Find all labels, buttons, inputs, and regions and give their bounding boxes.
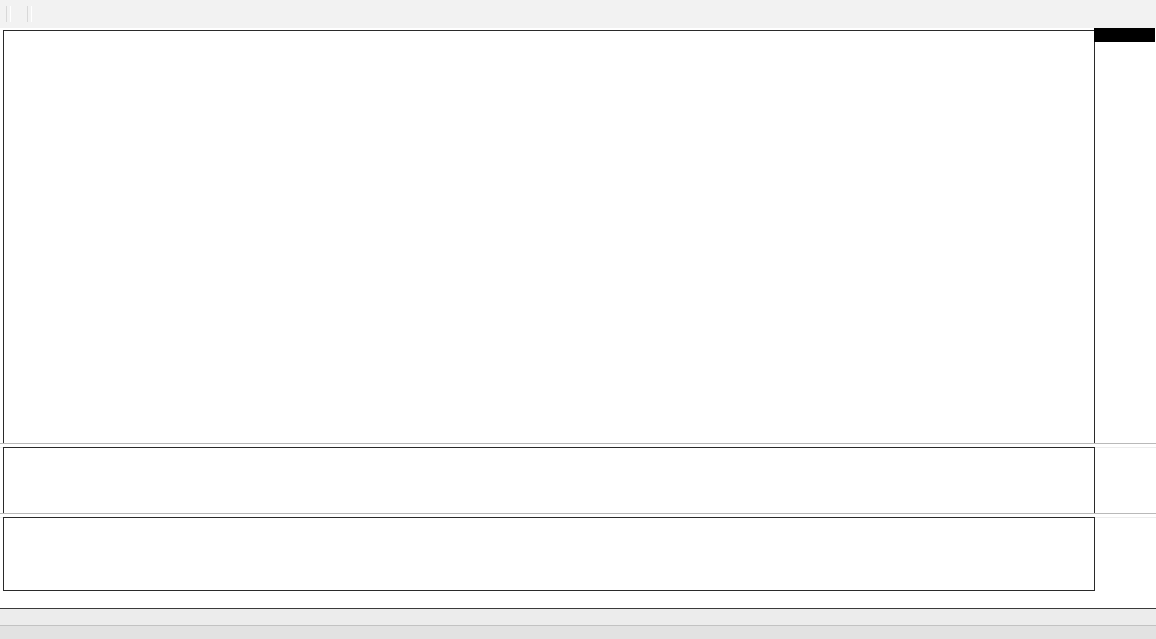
terminal-window — [0, 0, 1156, 639]
macd-panel[interactable] — [3, 517, 1095, 591]
timeframe-toolbar — [0, 0, 1156, 29]
rsi-panel[interactable] — [3, 447, 1095, 515]
chart-title — [10, 34, 19, 48]
toolbar-separator — [27, 6, 32, 22]
toolbar-grip-icon[interactable] — [6, 6, 11, 22]
chart-workspace — [0, 28, 1156, 608]
price-chart-panel[interactable] — [3, 30, 1095, 444]
symbol-tab-bar — [0, 608, 1156, 626]
current-price-badge — [1094, 28, 1155, 42]
status-strip — [0, 625, 1156, 639]
